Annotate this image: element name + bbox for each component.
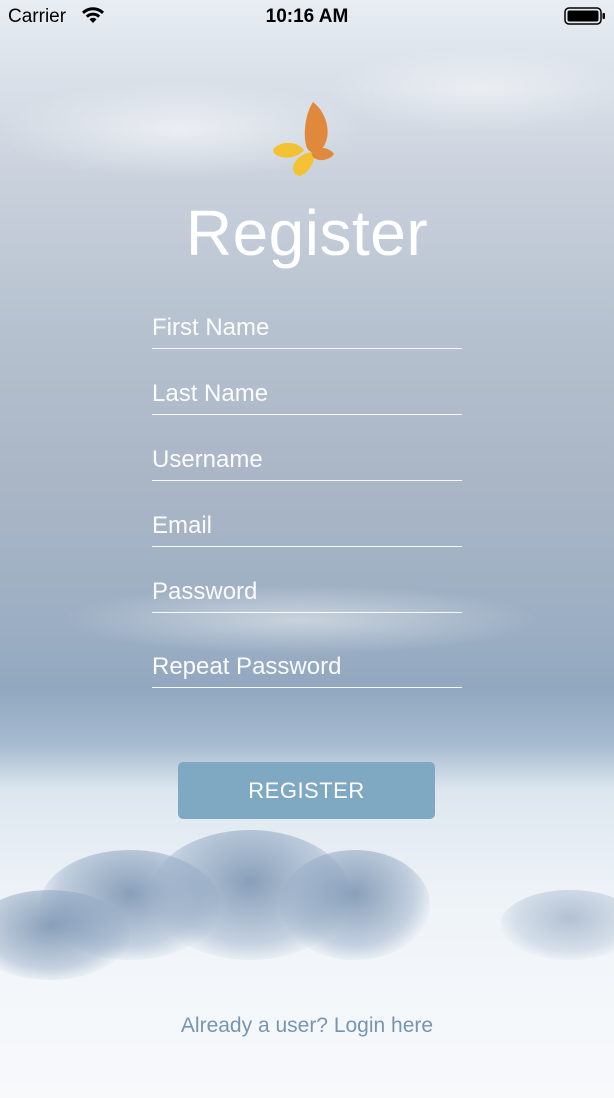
username-input[interactable] — [152, 436, 462, 480]
register-button[interactable]: REGISTER — [178, 762, 435, 819]
butterfly-logo-icon — [273, 102, 334, 176]
password-field-container — [152, 568, 462, 613]
status-time: 10:16 AM — [265, 6, 349, 27]
status-bar: Carrier 10:16 AM — [0, 0, 614, 34]
login-link[interactable]: Already a user? Login here — [0, 1014, 614, 1038]
first-name-field-container — [152, 304, 462, 349]
email-field-container — [152, 502, 462, 547]
first-name-input[interactable] — [152, 304, 462, 348]
last-name-field-container — [152, 370, 462, 415]
battery-icon — [564, 7, 605, 25]
page-title: Register — [185, 197, 429, 269]
password-input[interactable] — [152, 568, 462, 612]
email-input[interactable] — [152, 502, 462, 546]
repeat-password-field-container — [152, 643, 462, 688]
repeat-password-input[interactable] — [152, 643, 462, 687]
last-name-input[interactable] — [152, 370, 462, 414]
username-field-container — [152, 436, 462, 481]
